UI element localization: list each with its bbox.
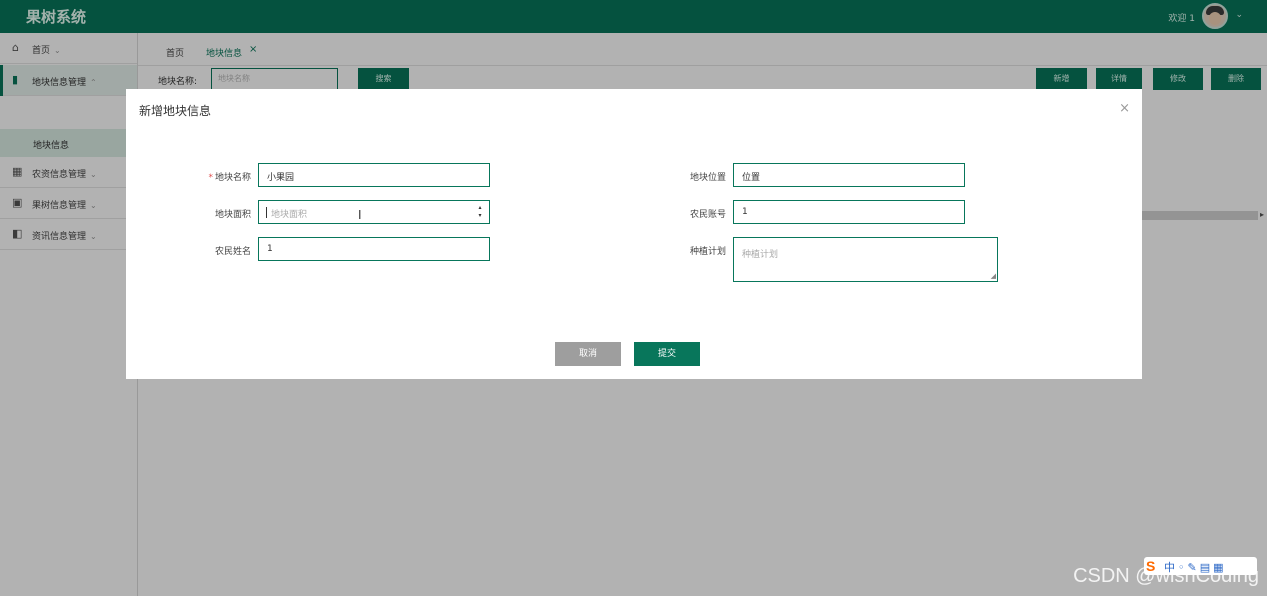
field-area-input[interactable]: 地块面积 ▴ ▾: [258, 200, 490, 224]
farmer-account-label: 农民账号: [689, 210, 726, 220]
field-name-label: * 地块名称: [208, 173, 251, 183]
text-caret: [266, 207, 267, 218]
submit-button[interactable]: 提交: [634, 342, 700, 366]
cancel-button[interactable]: 取消: [555, 342, 621, 366]
farmer-name-label: 农民姓名: [214, 247, 251, 257]
field-area-placeholder: 地块面积: [271, 210, 308, 220]
number-stepper[interactable]: ▴ ▾: [476, 204, 484, 220]
required-marker: *: [208, 173, 213, 183]
sogou-logo-icon: S: [1146, 558, 1156, 574]
field-area-label: 地块面积: [214, 210, 251, 220]
close-icon[interactable]: ×: [1119, 101, 1130, 116]
farmer-name-input[interactable]: 1: [258, 237, 490, 261]
add-field-dialog: 新增地块信息 × * 地块名称 小果园 地块面积 地块面积 ▴ ▾ I 农民姓名 1…: [126, 89, 1142, 379]
farmer-account-input[interactable]: 1: [733, 200, 965, 224]
dialog-title: 新增地块信息: [139, 104, 212, 118]
field-location-input[interactable]: 位置: [733, 163, 965, 187]
resize-handle-icon[interactable]: ◢: [991, 273, 996, 280]
plan-label: 种植计划: [689, 247, 726, 257]
plan-textarea[interactable]: 种植计划 ◢: [733, 237, 998, 282]
ime-toolbar: S 中◦✎▤▦: [1144, 557, 1257, 575]
ime-icons: 中◦✎▤▦: [1164, 561, 1227, 574]
plan-placeholder: 种植计划: [742, 250, 779, 260]
text-cursor-icon: I: [358, 208, 362, 222]
field-location-label: 地块位置: [689, 173, 726, 183]
field-name-input[interactable]: 小果园: [258, 163, 490, 187]
